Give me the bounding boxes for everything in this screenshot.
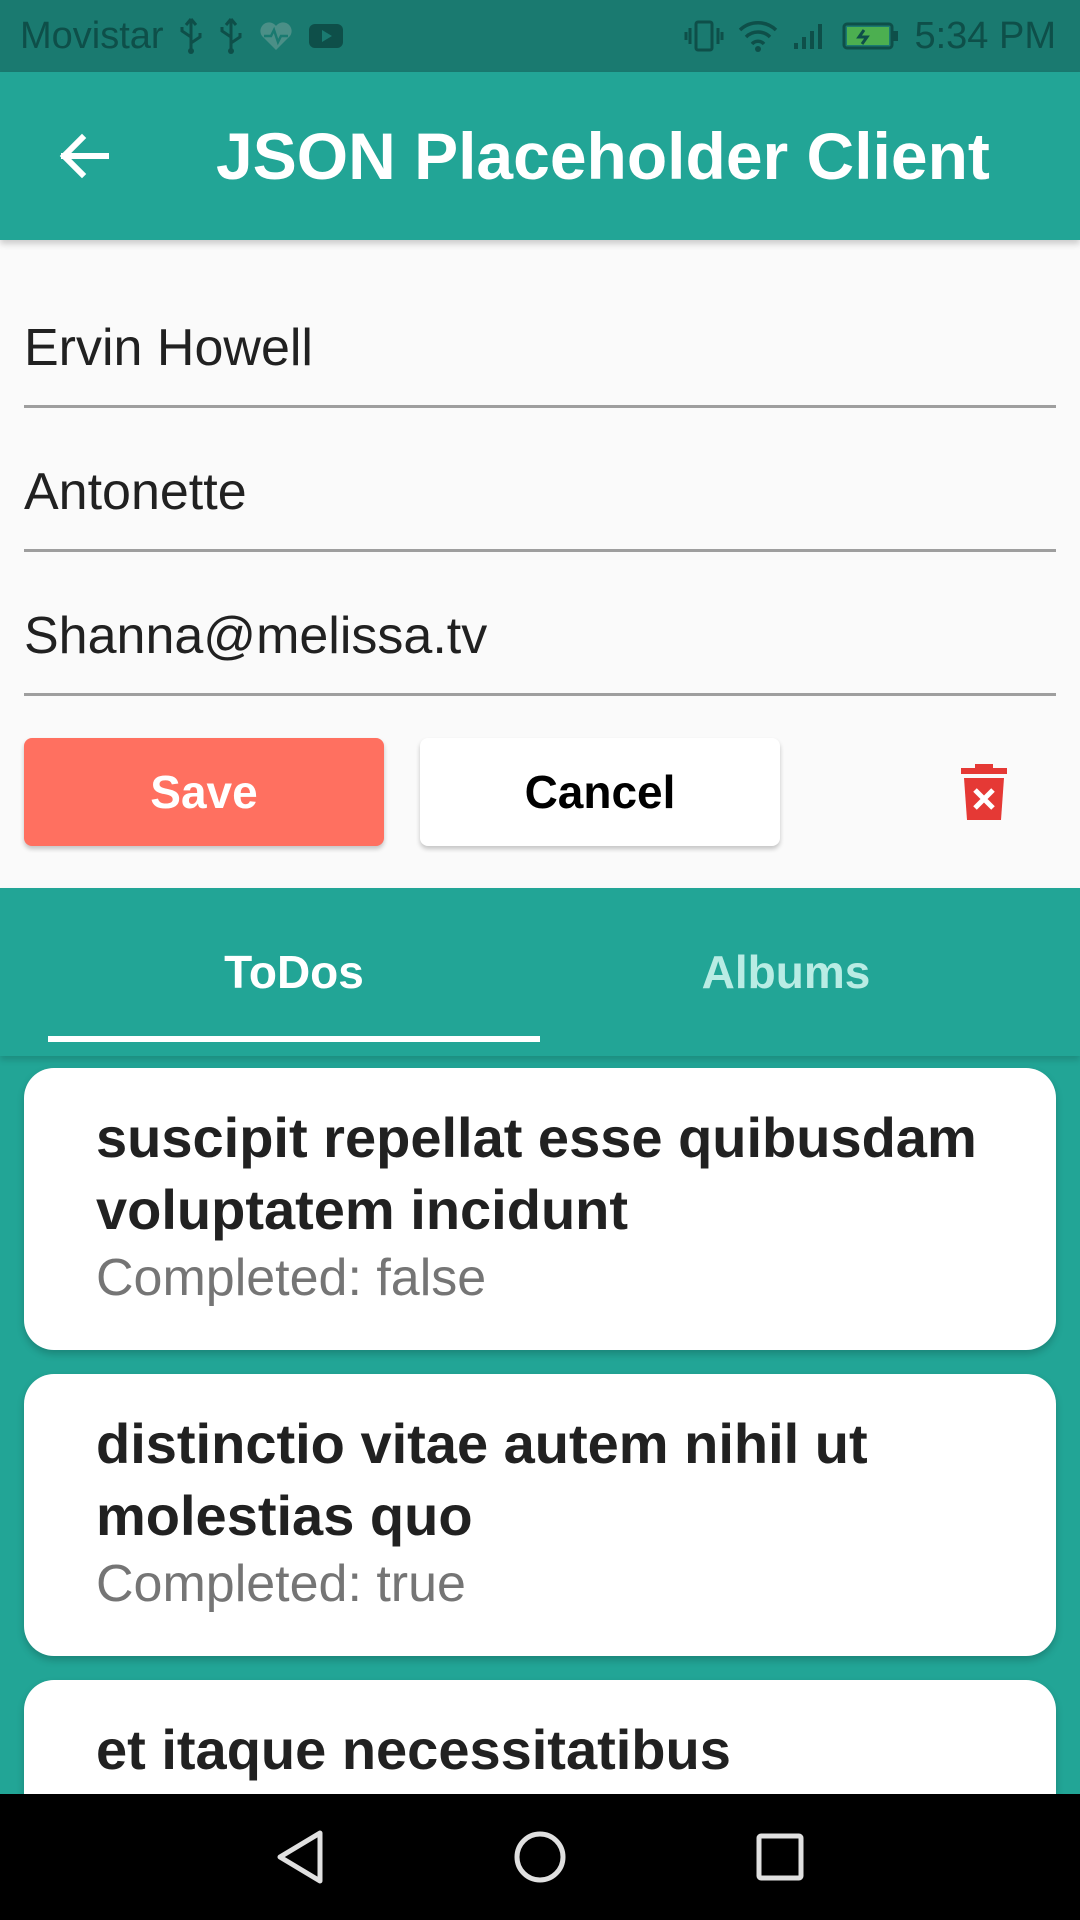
usb-icon: [218, 17, 244, 55]
tab-bar: ToDos Albums: [0, 888, 1080, 1056]
usb-icon: [178, 17, 204, 55]
cancel-button[interactable]: Cancel: [420, 738, 780, 846]
email-field: [24, 568, 1056, 696]
username-input[interactable]: [24, 451, 1056, 522]
todo-card[interactable]: et itaque necessitatibus: [24, 1680, 1056, 1794]
signal-icon: [792, 21, 828, 51]
nav-home-icon: [514, 1831, 566, 1883]
todo-list[interactable]: suscipit repellat esse quibusdam volupta…: [0, 1056, 1080, 1794]
todo-card[interactable]: distinctio vitae autem nihil ut molestia…: [24, 1374, 1056, 1656]
nav-back-icon: [277, 1830, 323, 1884]
health-heart-icon: [258, 20, 294, 52]
battery-charging-icon: [842, 21, 900, 51]
back-button[interactable]: [24, 96, 144, 216]
tab-albums[interactable]: Albums: [540, 888, 1032, 1056]
delete-forever-icon: [961, 764, 1007, 820]
todo-status: Completed: true: [96, 1555, 466, 1613]
name-input[interactable]: [24, 307, 1056, 378]
status-right: 5:34 PM: [684, 15, 1056, 58]
clock: 5:34 PM: [914, 14, 1056, 57]
todo-title: et itaque necessitatibus: [96, 1718, 731, 1781]
tab-todos[interactable]: ToDos: [48, 888, 540, 1056]
name-field: [24, 280, 1056, 408]
todo-card[interactable]: suscipit repellat esse quibusdam volupta…: [24, 1068, 1056, 1350]
carrier-label: Movistar: [20, 14, 164, 57]
nav-back-button[interactable]: [260, 1817, 340, 1897]
todo-status: Completed: false: [96, 1249, 487, 1307]
app-bar: JSON Placeholder Client: [0, 72, 1080, 240]
wifi-icon: [738, 20, 778, 52]
save-button[interactable]: Save: [24, 738, 384, 846]
todo-title: distinctio vitae autem nihil ut molestia…: [96, 1412, 868, 1547]
delete-button[interactable]: [936, 744, 1032, 840]
status-bar: Movistar 5:34 PM: [0, 0, 1080, 72]
nav-recents-icon: [756, 1833, 804, 1881]
nav-bar: [0, 1794, 1080, 1920]
youtube-icon: [308, 22, 344, 50]
tab-indicator: [48, 1036, 540, 1042]
arrow-back-icon: [59, 133, 109, 179]
email-input[interactable]: [24, 595, 1056, 666]
nav-home-button[interactable]: [500, 1817, 580, 1897]
nav-recents-button[interactable]: [740, 1817, 820, 1897]
todo-title: suscipit repellat esse quibusdam volupta…: [96, 1106, 977, 1241]
username-field: [24, 424, 1056, 552]
screen: Movistar 5:34 PM JSON Placeholder Client…: [0, 0, 1080, 1920]
status-left: Movistar: [20, 15, 344, 58]
vibrate-icon: [684, 19, 724, 53]
app-title: JSON Placeholder Client: [216, 119, 990, 193]
